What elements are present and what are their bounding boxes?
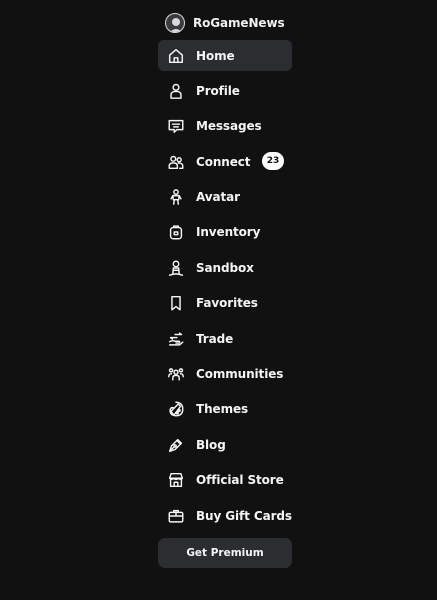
gift-card-icon bbox=[166, 506, 186, 526]
nav-item-trade[interactable]: Trade bbox=[158, 323, 292, 354]
nav-label-blog: Blog bbox=[196, 437, 226, 452]
nav-item-sandbox[interactable]: Sandbox bbox=[158, 252, 292, 283]
inventory-icon bbox=[166, 222, 186, 242]
sidebar-page: RoGameNews Home Profile Messages Connect… bbox=[0, 0, 437, 600]
user-avatar bbox=[165, 13, 185, 33]
nav-item-messages[interactable]: Messages bbox=[158, 111, 292, 142]
nav-label-trade: Trade bbox=[196, 331, 234, 346]
sidebar-nav: Home Profile Messages Connect 23 Avatar … bbox=[158, 40, 292, 535]
messages-icon bbox=[166, 116, 186, 136]
user-header[interactable]: RoGameNews bbox=[165, 11, 285, 35]
nav-item-themes[interactable]: Themes bbox=[158, 394, 292, 425]
nav-item-official-store[interactable]: Official Store bbox=[158, 465, 292, 496]
get-premium-button[interactable]: Get Premium bbox=[158, 538, 292, 568]
nav-label-profile: Profile bbox=[196, 83, 240, 98]
nav-label-connect: Connect bbox=[196, 154, 251, 169]
connect-icon bbox=[166, 152, 186, 172]
nav-item-inventory[interactable]: Inventory bbox=[158, 217, 292, 248]
home-icon bbox=[166, 46, 186, 66]
nav-item-home[interactable]: Home bbox=[158, 40, 292, 71]
nav-item-avatar[interactable]: Avatar bbox=[158, 182, 292, 213]
nav-label-sandbox: Sandbox bbox=[196, 260, 254, 275]
nav-item-communities[interactable]: Communities bbox=[158, 359, 292, 390]
nav-label-avatar: Avatar bbox=[196, 190, 240, 205]
nav-item-profile[interactable]: Profile bbox=[158, 75, 292, 106]
nav-item-blog[interactable]: Blog bbox=[158, 429, 292, 460]
nav-item-buy-gift-cards[interactable]: Buy Gift Cards bbox=[158, 500, 292, 531]
sandbox-icon bbox=[166, 258, 186, 278]
nav-label-inventory: Inventory bbox=[196, 225, 261, 240]
nav-label-themes: Themes bbox=[196, 402, 249, 417]
communities-icon bbox=[166, 364, 186, 384]
store-icon bbox=[166, 470, 186, 490]
nav-label-home: Home bbox=[196, 48, 235, 63]
avatar-icon bbox=[166, 187, 186, 207]
nav-label-buy-gift-cards: Buy Gift Cards bbox=[196, 508, 292, 523]
username: RoGameNews bbox=[193, 16, 285, 30]
nav-label-messages: Messages bbox=[196, 119, 262, 134]
connect-count-badge: 23 bbox=[262, 152, 284, 171]
nav-label-communities: Communities bbox=[196, 367, 284, 382]
themes-icon bbox=[166, 399, 186, 419]
nav-item-favorites[interactable]: Favorites bbox=[158, 288, 292, 319]
trade-icon bbox=[166, 329, 186, 349]
favorites-icon bbox=[166, 293, 186, 313]
nav-label-official-store: Official Store bbox=[196, 473, 284, 488]
blog-icon bbox=[166, 435, 186, 455]
nav-label-favorites: Favorites bbox=[196, 296, 258, 311]
nav-item-connect[interactable]: Connect 23 bbox=[158, 146, 292, 177]
profile-icon bbox=[166, 81, 186, 101]
